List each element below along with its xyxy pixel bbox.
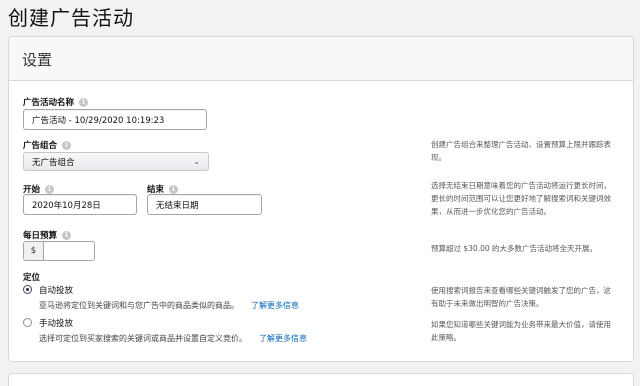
date-hint: 选择无结束日期意味着您的广告活动将运行更长时间， 更长的时间范围可以让您更好地了…: [431, 179, 611, 218]
settings-card-header: 设置: [9, 37, 633, 81]
chevron-down-icon: ⌄: [193, 157, 200, 166]
date-hint-line: 果，从而进一步优化您的广告活动。: [431, 207, 551, 216]
end-date-input[interactable]: 无结束日期: [147, 194, 262, 215]
info-icon[interactable]: i: [62, 140, 72, 150]
auto-targeting-desc: 亚马逊将定位到关键词和与您广告中的商品类似的商品。 了解更多信息: [39, 300, 299, 311]
manual-targeting-desc-text: 选择可定位到买家搜索的关键词或商品并设置自定义竞价。: [39, 334, 247, 343]
date-hint-line: 选择无结束日期意味着您的广告活动将运行更长时间，: [431, 181, 611, 190]
info-icon[interactable]: i: [169, 184, 179, 194]
auto-targeting-hint: 使用搜索词报告来查看哪些关键词触发了您的广告，这 有助于未来做出明智的广告决策。: [431, 284, 611, 310]
manual-hint-line: 此策略。: [431, 333, 461, 342]
portfolio-selected: 无广告组合: [32, 157, 75, 168]
currency-symbol: $: [24, 242, 44, 260]
auto-targeting-radio[interactable]: [23, 285, 32, 294]
manual-targeting-option[interactable]: 手动投放 选择可定位到买家搜索的关键词或商品并设置自定义竞价。 了解更多信息: [23, 317, 307, 344]
next-section-card: [8, 373, 634, 386]
auto-learn-more-link[interactable]: 了解更多信息: [251, 301, 299, 310]
info-icon[interactable]: i: [79, 97, 89, 107]
portfolio-hint-line: 创建广告组合来整理广告活动、设置预算上限并跟踪表: [431, 140, 611, 149]
auto-targeting-title: 自动投放: [39, 286, 74, 296]
info-icon[interactable]: i: [62, 230, 72, 240]
manual-targeting-hint: 如果您知道哪些关键词能为业务带来最大价值，请使用 此策略。: [431, 318, 611, 344]
auto-hint-line: 有助于未来做出明智的广告决策。: [431, 299, 544, 308]
portfolio-select[interactable]: 无广告组合 ⌄: [23, 152, 209, 171]
campaign-name-label: 广告活动名称 i: [23, 96, 89, 108]
campaign-name-label-text: 广告活动名称: [23, 98, 75, 108]
start-date-input[interactable]: 2020年10月28日: [23, 194, 137, 215]
portfolio-label: 广告组合 i: [23, 139, 72, 151]
manual-targeting-radio[interactable]: [23, 318, 32, 327]
manual-learn-more-link[interactable]: 了解更多信息: [259, 334, 307, 343]
auto-hint-line: 使用搜索词报告来查看哪些关键词触发了您的广告，这: [431, 286, 611, 295]
portfolio-label-text: 广告组合: [23, 141, 58, 151]
manual-hint-line: 如果您知道哪些关键词能为业务带来最大价值，请使用: [431, 320, 611, 329]
budget-hint: 预算超过 $30.00 的大多数广告活动将全天开展。: [431, 244, 598, 253]
manual-targeting-desc: 选择可定位到买家搜索的关键词或商品并设置自定义竞价。 了解更多信息: [39, 333, 307, 344]
date-hint-line: 更长的时间范围可以让您更好地了解搜索词和关键词效: [431, 194, 611, 203]
settings-card: 设置 广告活动名称 i 广告活动 - 10/29/2020 10:19:23 广…: [8, 36, 634, 362]
settings-title: 设置: [22, 51, 53, 69]
manual-targeting-title: 手动投放: [39, 319, 74, 329]
daily-budget-label-text: 每日预算: [23, 231, 58, 241]
auto-targeting-option[interactable]: 自动投放 亚马逊将定位到关键词和与您广告中的商品类似的商品。 了解更多信息: [23, 284, 299, 311]
portfolio-hint: 创建广告组合来整理广告活动、设置预算上限并跟踪表 现。: [431, 138, 611, 164]
daily-budget-input[interactable]: $: [23, 241, 95, 261]
targeting-label: 定位: [23, 271, 40, 283]
daily-budget-label: 每日预算 i: [23, 229, 72, 241]
page-title: 创建广告活动: [8, 6, 134, 30]
info-icon[interactable]: i: [45, 184, 55, 194]
auto-targeting-desc-text: 亚马逊将定位到关键词和与您广告中的商品类似的商品。: [39, 301, 239, 310]
portfolio-hint-line: 现。: [431, 153, 446, 162]
targeting-label-text: 定位: [23, 273, 41, 283]
campaign-name-input[interactable]: 广告活动 - 10/29/2020 10:19:23: [23, 109, 207, 130]
